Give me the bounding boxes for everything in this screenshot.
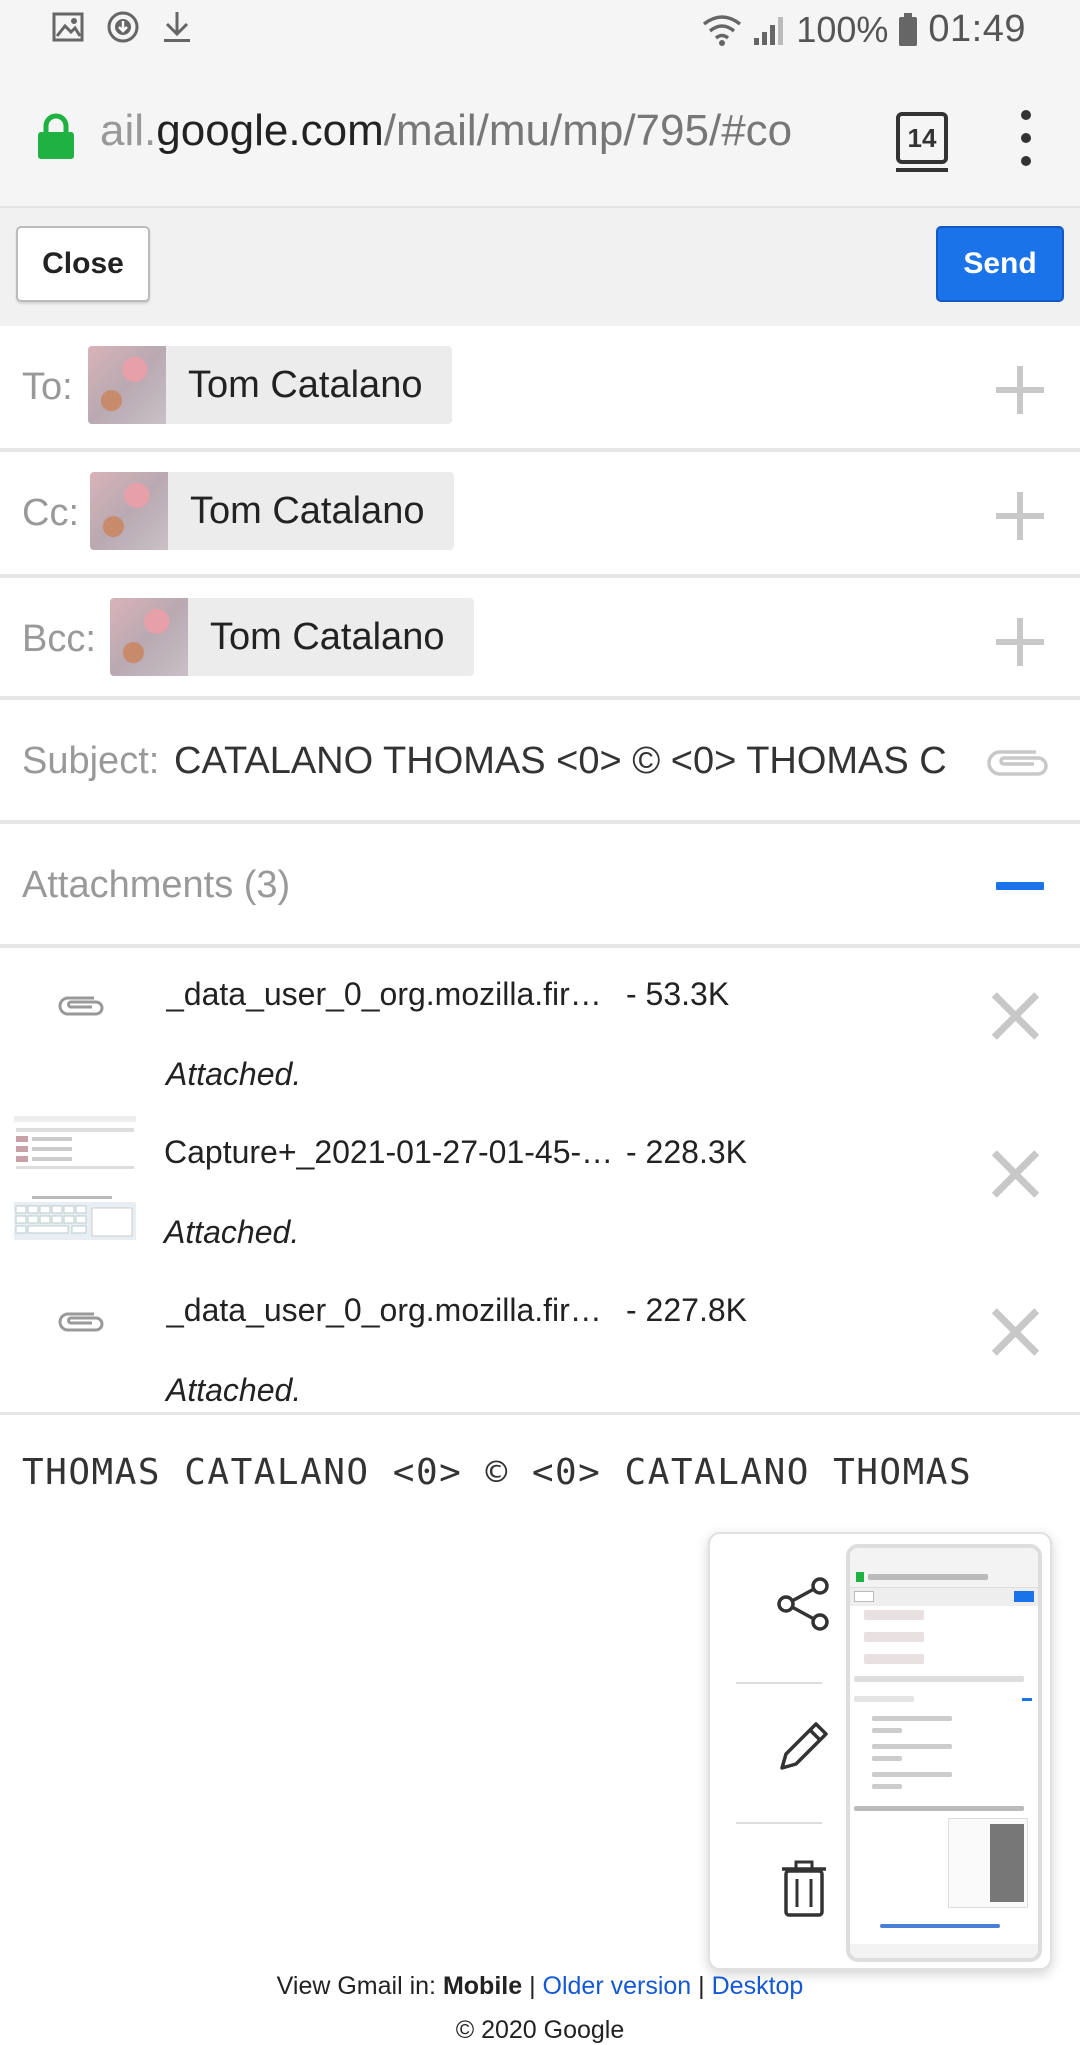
footer-prefix: View Gmail in:: [276, 1972, 436, 2000]
url-host: google.com: [156, 106, 384, 155]
paperclip-icon: [58, 1312, 104, 1332]
bcc-label: Bcc:: [22, 618, 96, 660]
status-indicators: 100% 01:49: [702, 8, 1026, 51]
close-button[interactable]: Close: [16, 226, 150, 302]
compose-toolbar: Close Send: [0, 208, 1080, 326]
lock-icon: [38, 113, 74, 159]
bcc-row[interactable]: Bcc: Tom Catalano: [0, 578, 1080, 700]
older-version-link[interactable]: Older version: [543, 1972, 692, 2000]
overflow-menu-icon[interactable]: [1012, 110, 1040, 166]
remove-attachment-icon[interactable]: [992, 992, 1040, 1040]
attachment-size: - 227.8K: [626, 1292, 747, 1328]
attachment-status: Attached.: [166, 1056, 302, 1092]
signal-icon: [754, 16, 784, 45]
attachment-item: _data_user_0_org.mozilla.fir… - 53.3K At…: [0, 952, 1080, 1110]
desktop-link[interactable]: Desktop: [712, 1972, 804, 2000]
recipient-name: Tom Catalano: [210, 615, 445, 658]
attachment-name: _data_user_0_org.mozilla.fir…: [166, 976, 602, 1012]
attachment-name: Capture+_2021-01-27-01-45-…: [164, 1134, 614, 1170]
to-row[interactable]: To: Tom Catalano: [0, 326, 1080, 452]
recipient-chip[interactable]: Tom Catalano: [90, 472, 455, 550]
attachments-heading: Attachments (3): [22, 864, 291, 906]
attach-paperclip-icon[interactable]: [986, 744, 1050, 778]
subject-label: Subject:: [22, 740, 160, 782]
edit-icon: [780, 1722, 828, 1770]
subject-row[interactable]: Subject: CATALANO THOMAS <0> © <0> THOMA…: [0, 700, 1080, 824]
remove-attachment-icon[interactable]: [992, 1308, 1040, 1356]
add-to-icon[interactable]: [996, 366, 1044, 414]
collapse-attachments-icon[interactable]: [996, 882, 1044, 890]
image-thumbnail: [12, 1114, 138, 1242]
attachment-size: - 228.3K: [626, 1134, 747, 1170]
footer: View Gmail in: Mobile | Older version | …: [0, 1972, 1080, 2001]
gallery-icon: [52, 12, 84, 42]
subject-input[interactable]: CATALANO THOMAS <0> © <0> THOMAS C: [174, 740, 954, 783]
url-prefix: ail.: [100, 106, 157, 155]
message-body[interactable]: THOMAS CATALANO <0> © <0> CATALANO THOMA…: [22, 1452, 972, 1493]
tab-switcher-button[interactable]: 14: [896, 112, 948, 172]
recipient-chip[interactable]: Tom Catalano: [88, 346, 453, 424]
footer-separator: |: [529, 1972, 536, 2000]
url-path: /mail/mu/mp/795/#co: [383, 106, 793, 155]
avatar: [110, 598, 188, 676]
browser-toolbar: ail.google.com/mail/mu/mp/795/#co 14: [0, 64, 1080, 208]
recipient-chip[interactable]: Tom Catalano: [110, 598, 475, 676]
status-bar: 100% 01:49: [0, 0, 1080, 64]
status-notifications: [52, 10, 192, 44]
attachments-header[interactable]: Attachments (3): [0, 824, 1080, 948]
avatar: [88, 346, 166, 424]
add-bcc-icon[interactable]: [996, 618, 1044, 666]
attachment-item: _data_user_0_org.mozilla.fir… - 227.8K A…: [0, 1268, 1080, 1426]
share-icon: [777, 1577, 829, 1631]
mobile-view-label: Mobile: [442, 1972, 523, 2000]
recipient-name: Tom Catalano: [188, 363, 423, 406]
recipient-name: Tom Catalano: [190, 489, 425, 532]
clock: 01:49: [928, 8, 1026, 50]
to-label: To:: [22, 366, 73, 408]
attachment-size: - 53.3K: [626, 976, 730, 1012]
footer-separator: |: [698, 1972, 705, 2000]
screenshot-thumbnail[interactable]: [846, 1544, 1042, 1962]
copyright: © 2020 Google: [455, 2016, 625, 2044]
attachment-item: Capture+_2021-01-27-01-45-… - 228.3K Att…: [0, 1110, 1080, 1268]
download-icon: [164, 12, 190, 42]
attachment-status: Attached.: [164, 1214, 300, 1250]
url-field[interactable]: ail.google.com/mail/mu/mp/795/#co: [100, 106, 880, 156]
avatar: [90, 472, 168, 550]
attachment-name: _data_user_0_org.mozilla.fir…: [166, 1292, 602, 1328]
battery-icon: [899, 12, 918, 46]
wifi-icon: [703, 14, 742, 46]
divider: [0, 1412, 1080, 1415]
download-circle-icon: [107, 11, 139, 43]
cc-label: Cc:: [22, 492, 79, 534]
cc-row[interactable]: Cc: Tom Catalano: [0, 452, 1080, 578]
battery-percent: 100%: [796, 8, 889, 50]
paperclip-icon: [58, 996, 104, 1016]
divider: [736, 1682, 822, 1684]
send-button[interactable]: Send: [936, 226, 1064, 302]
divider: [736, 1822, 822, 1824]
add-cc-icon[interactable]: [996, 492, 1044, 540]
attachment-status: Attached.: [166, 1372, 302, 1408]
screenshot-preview-panel: [708, 1532, 1052, 1970]
delete-icon: [782, 1860, 826, 1917]
remove-attachment-icon[interactable]: [992, 1150, 1040, 1198]
